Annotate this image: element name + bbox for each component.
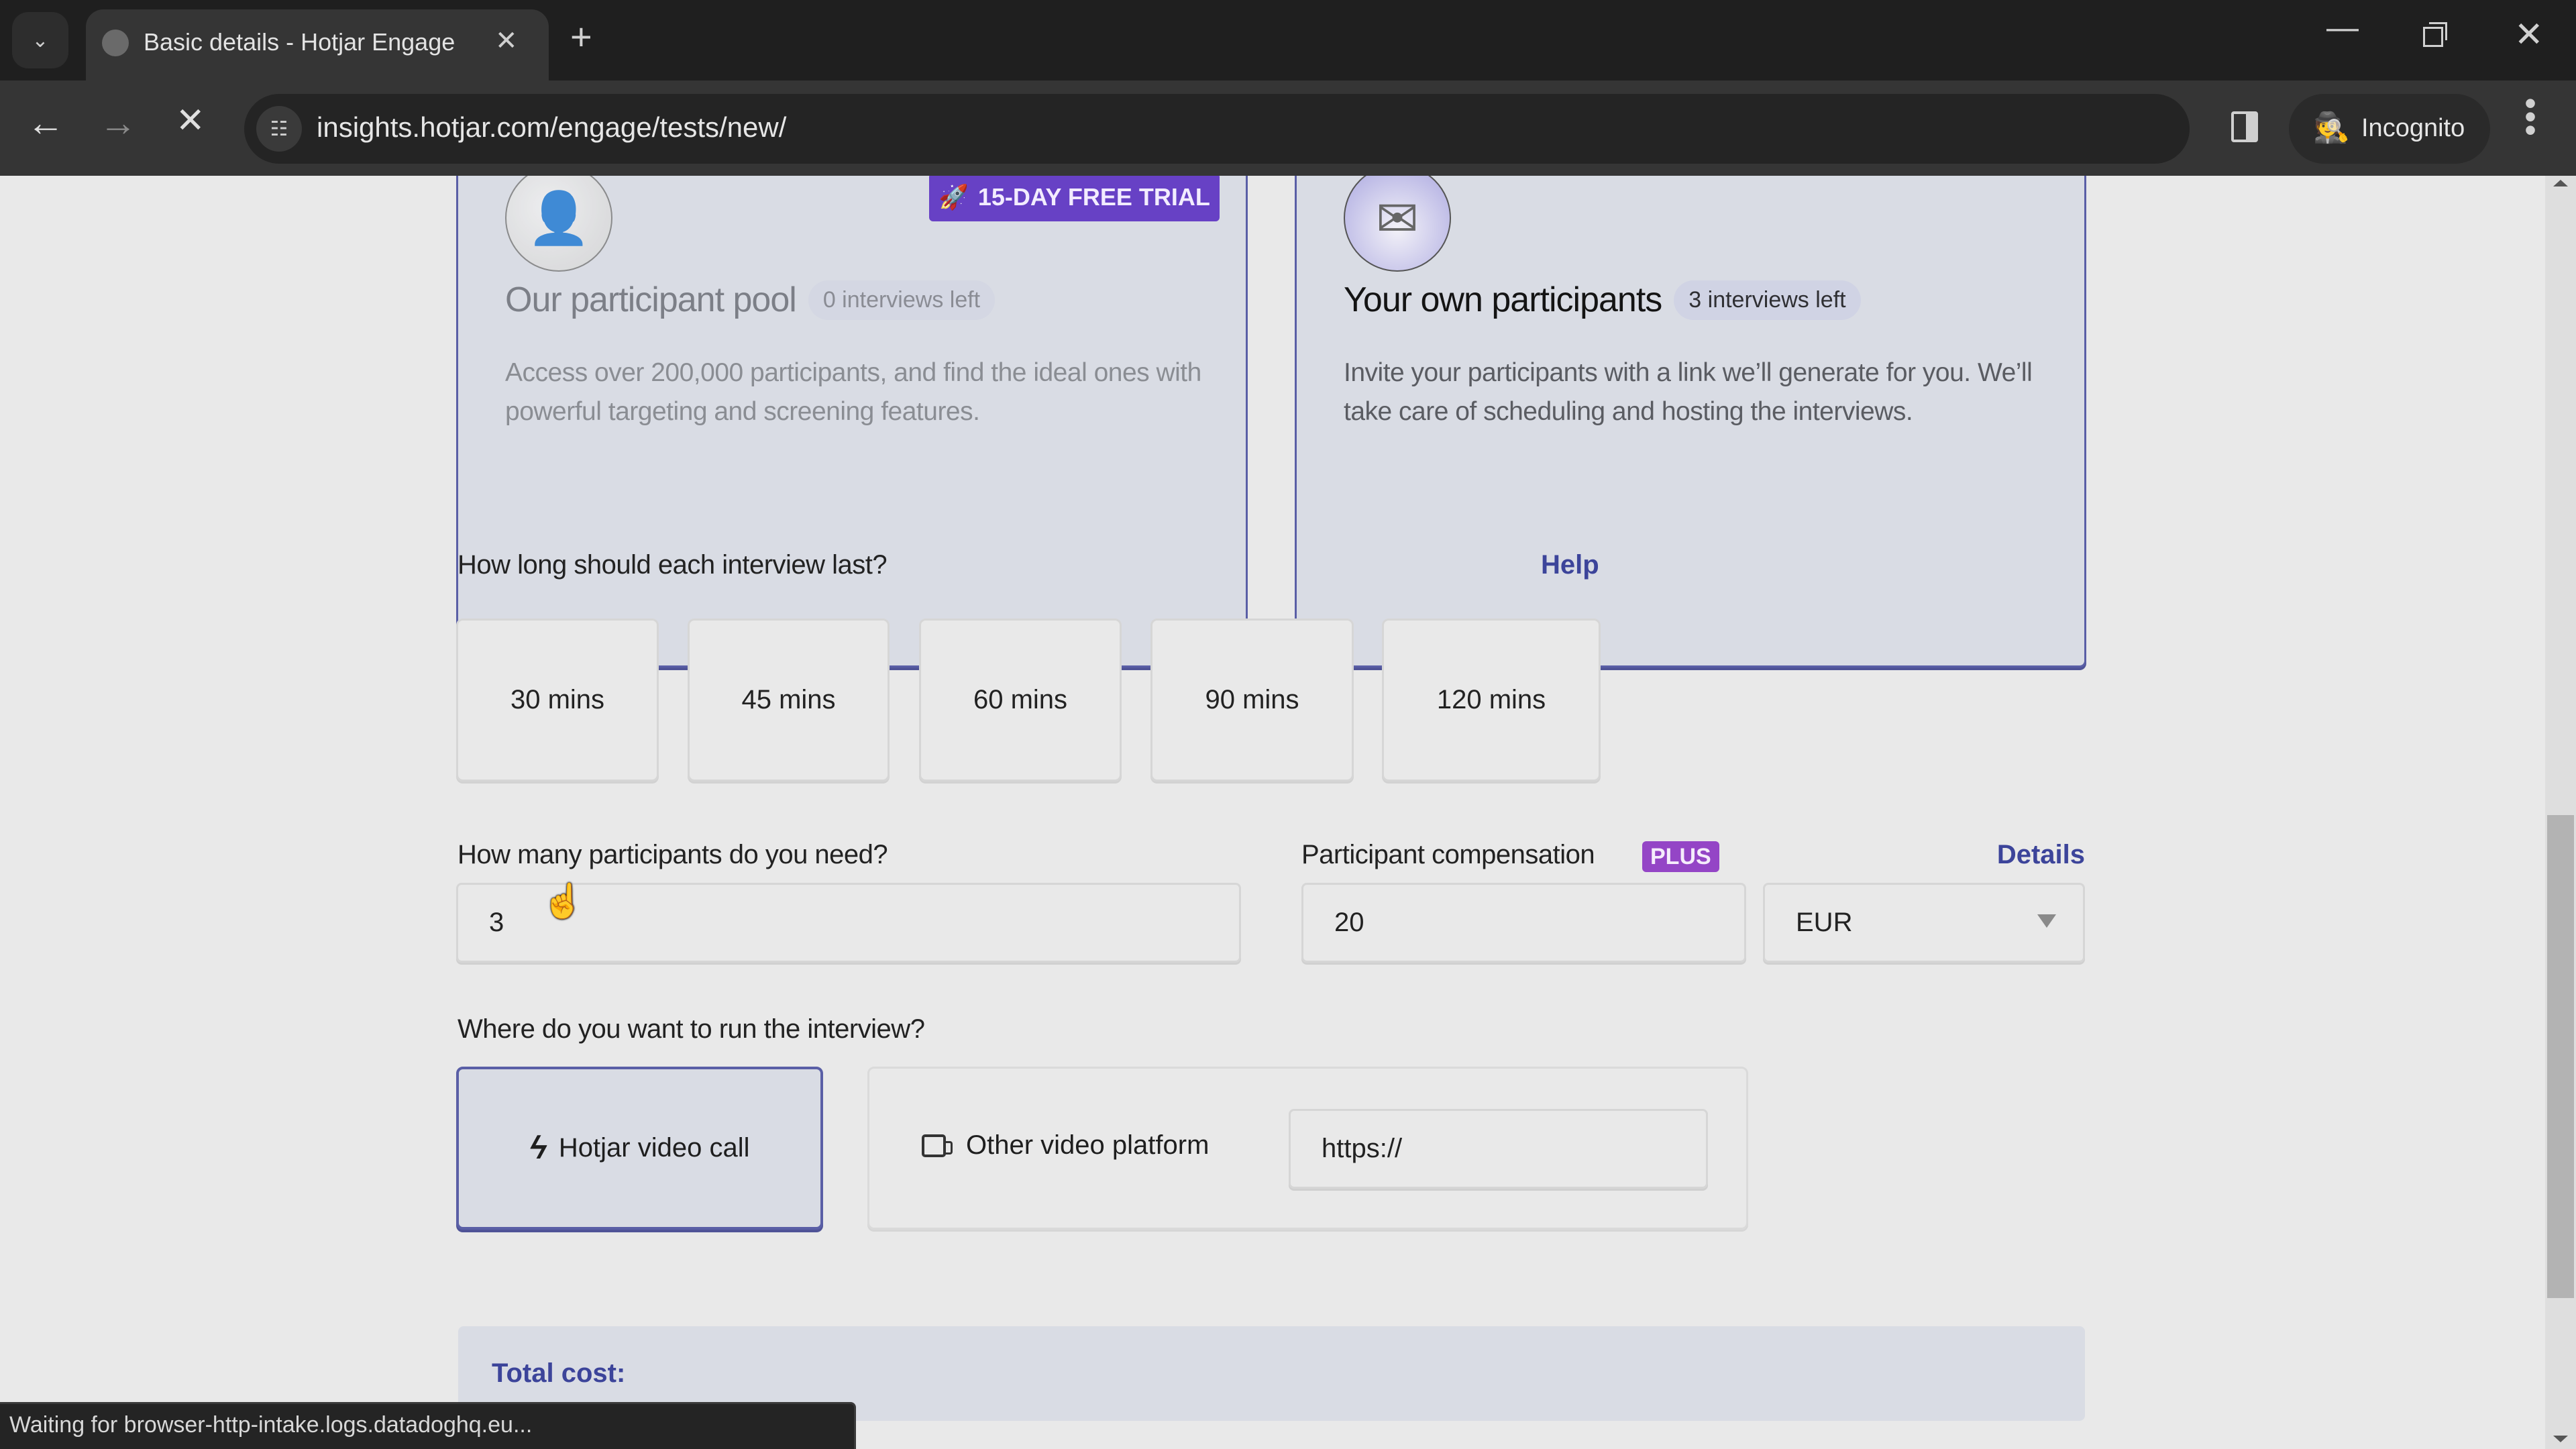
duration-option-90[interactable]: 90 mins xyxy=(1150,619,1354,782)
scroll-up-arrow-icon[interactable] xyxy=(2553,180,2568,186)
video-platform-url-input[interactable]: https:// xyxy=(1289,1109,1708,1189)
browser-tab-bar: ⌄ Basic details - Hotjar Engage ✕ + — ✕ xyxy=(0,0,2576,80)
tune-icon: ☷ xyxy=(270,117,288,140)
close-tab-icon[interactable]: ✕ xyxy=(495,25,518,56)
forward-arrow-icon[interactable]: → xyxy=(99,101,137,144)
help-link[interactable]: Help xyxy=(1541,550,1599,580)
browser-menu-icon[interactable]: • • • xyxy=(2524,87,2537,147)
person-icon: 👤 xyxy=(527,190,591,247)
own-title-row: Your own participants 3 interviews left xyxy=(1344,280,1861,320)
total-cost-label: Total cost: xyxy=(492,1358,626,1388)
duration-option-30[interactable]: 30 mins xyxy=(456,619,659,782)
stop-loading-icon[interactable]: ✕ xyxy=(176,101,205,141)
browser-status-bar: Waiting for browser-http-intake.logs.dat… xyxy=(0,1402,856,1449)
tab-search-button[interactable]: ⌄ xyxy=(12,12,68,68)
browser-tab[interactable]: Basic details - Hotjar Engage ✕ xyxy=(86,9,549,80)
tab-title: Basic details - Hotjar Engage xyxy=(144,28,455,56)
side-panel-icon[interactable] xyxy=(2231,111,2258,142)
hotjar-video-call-label: Hotjar video call xyxy=(558,1133,750,1163)
rocket-icon: 🚀 xyxy=(938,183,969,211)
page-content: 👤 Our participant pool 0 interviews left… xyxy=(0,176,2545,1449)
own-remaining-badge: 3 interviews left xyxy=(1674,280,1861,320)
envelope-icon: ✉ xyxy=(1376,190,1419,248)
hotjar-logo-icon: ϟ xyxy=(526,1130,550,1166)
participants-label: How many participants do you need? xyxy=(458,840,888,869)
close-window-icon[interactable]: ✕ xyxy=(2514,15,2544,55)
browser-toolbar: ← → ✕ ☷ insights.hotjar.com/engage/tests… xyxy=(0,80,2576,176)
url-text[interactable]: insights.hotjar.com/engage/tests/new/ xyxy=(317,111,786,144)
site-info-icon[interactable]: ☷ xyxy=(256,106,302,152)
minimize-window-icon[interactable]: — xyxy=(2326,9,2359,46)
loading-favicon-icon xyxy=(102,30,129,56)
envelope-illustration: ✉ xyxy=(1344,176,1451,272)
address-bar[interactable]: ☷ insights.hotjar.com/engage/tests/new/ … xyxy=(244,94,2400,164)
caret-down-icon xyxy=(2037,914,2056,928)
video-camera-icon xyxy=(922,1134,953,1157)
new-tab-button[interactable]: + xyxy=(570,15,592,58)
location-label: Where do you want to run the interview? xyxy=(458,1014,925,1044)
incognito-profile-button[interactable]: 🕵 Incognito xyxy=(2289,94,2490,164)
duration-option-120[interactable]: 120 mins xyxy=(1382,619,1601,782)
plus-plan-badge: PLUS xyxy=(1642,841,1719,872)
own-title: Your own participants xyxy=(1344,280,1662,319)
compensation-label: Participant compensation xyxy=(1301,840,1595,869)
incognito-label: Incognito xyxy=(2361,114,2465,142)
incognito-icon: 🕵 xyxy=(2313,111,2350,144)
details-link[interactable]: Details xyxy=(1997,840,2085,870)
duration-option-45[interactable]: 45 mins xyxy=(688,619,890,782)
free-trial-label: 15-DAY FREE TRIAL xyxy=(977,183,1210,211)
currency-value: EUR xyxy=(1796,908,1853,937)
pool-remaining-badge: 0 interviews left xyxy=(808,280,996,320)
own-description: Invite your participants with a link we’… xyxy=(1344,358,2033,426)
participant-pool-card[interactable]: 👤 Our participant pool 0 interviews left… xyxy=(456,176,1248,667)
chevron-down-icon: ⌄ xyxy=(32,29,49,52)
back-arrow-icon[interactable]: ← xyxy=(27,101,64,144)
hand-cursor-icon: ☝ xyxy=(542,882,584,920)
scrollbar-thumb[interactable] xyxy=(2547,815,2574,1298)
other-video-platform-row: Other video platform xyxy=(922,1130,1209,1161)
scroll-down-arrow-icon[interactable] xyxy=(2553,1436,2568,1442)
duration-label: How long should each interview last? xyxy=(458,550,888,580)
pool-title-row: Our participant pool 0 interviews left xyxy=(505,280,996,320)
free-trial-badge: 🚀 15-DAY FREE TRIAL xyxy=(929,176,1220,221)
compensation-amount-input[interactable]: 20 xyxy=(1301,883,1746,963)
other-video-platform-label: Other video platform xyxy=(966,1130,1210,1160)
vertical-scrollbar[interactable] xyxy=(2545,176,2576,1449)
currency-select[interactable]: EUR xyxy=(1763,883,2085,963)
other-video-platform-option[interactable]: Other video platform https:// xyxy=(867,1067,1748,1230)
duration-option-60[interactable]: 60 mins xyxy=(919,619,1122,782)
hotjar-video-call-option[interactable]: ϟ Hotjar video call xyxy=(456,1067,823,1230)
participant-profile-illustration: 👤 xyxy=(505,176,612,272)
pool-title: Our participant pool xyxy=(505,280,797,319)
restore-window-icon[interactable] xyxy=(2423,22,2447,47)
own-participants-card[interactable]: ✉ Your own participants 3 interviews lef… xyxy=(1295,176,2086,667)
pool-description: Access over 200,000 participants, and fi… xyxy=(505,358,1201,426)
